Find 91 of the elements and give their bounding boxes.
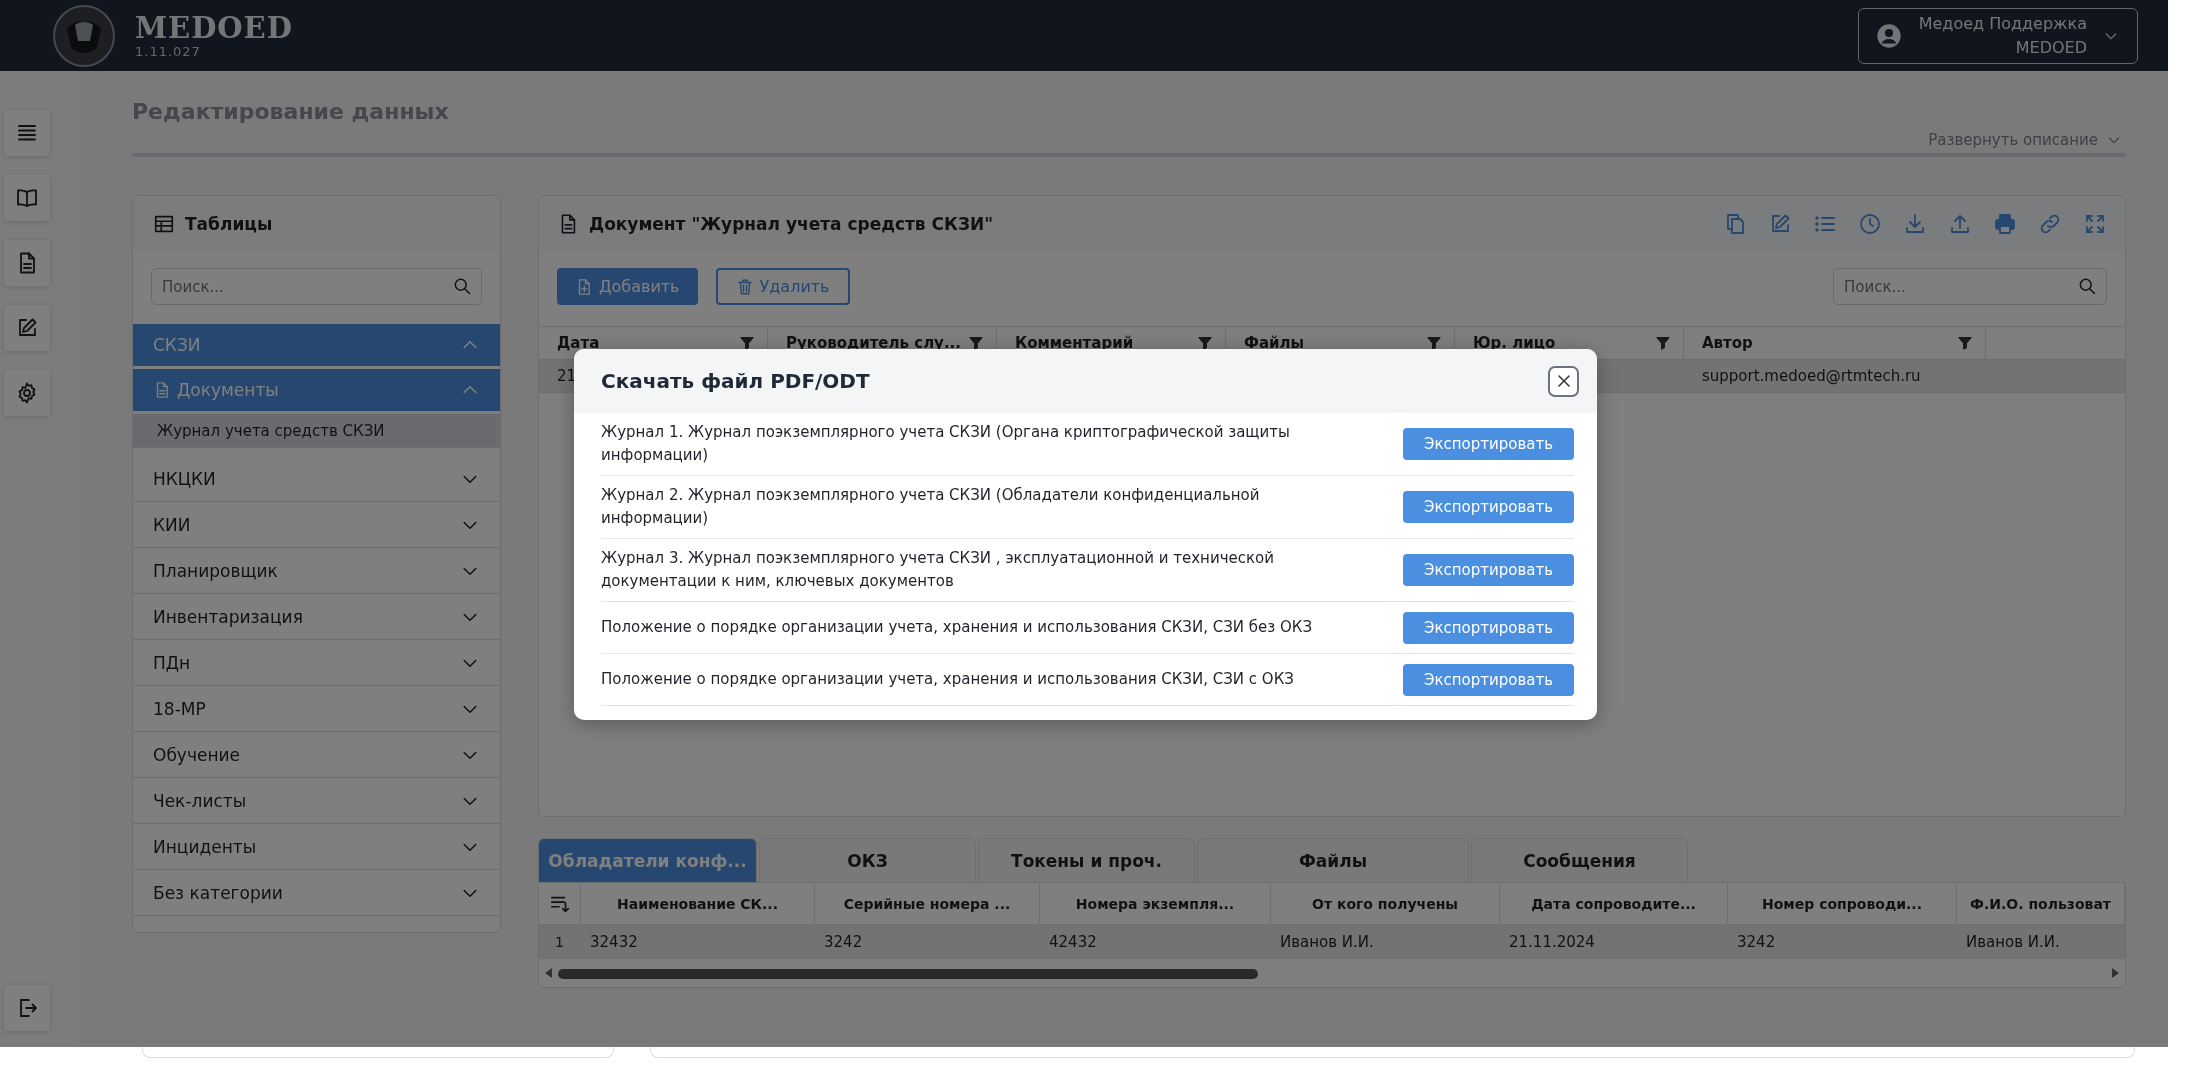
column-header: Ф.И.О. пользоват	[1970, 895, 2111, 912]
sidebar-subitem[interactable]: Журнал учета средств СКЗИ	[133, 414, 500, 448]
tab[interactable]: Файлы	[1197, 838, 1469, 882]
filter-icon	[968, 335, 984, 351]
table-cell: 32432	[590, 933, 638, 951]
export-button[interactable]: Экспортировать	[1403, 611, 1574, 644]
table-cell: Иванов И.И.	[1280, 933, 1374, 951]
settings-button[interactable]	[4, 370, 50, 416]
table-cell: 3242	[1737, 933, 1776, 951]
table-row[interactable]: 1 32432 3242 42432 Иванов И.И. 21.11.2024 3242 Иванов И.И.	[539, 925, 2125, 959]
report-name: Журнал 2. Журнал поэкземплярного учета СКЗИ (Обладатели конфиденциальной информации)	[601, 485, 1261, 529]
sidebar-item[interactable]: КИИ	[133, 502, 500, 548]
sidebar-item[interactable]: НКЦКИ	[133, 456, 500, 502]
export-button[interactable]: Экспортировать	[1403, 663, 1574, 696]
column-header: Комментарий	[1015, 334, 1134, 352]
search-icon	[452, 276, 472, 296]
scrollbar-thumb[interactable]	[558, 969, 1258, 979]
download-button[interactable]	[1903, 211, 1927, 236]
book-button[interactable]	[4, 175, 50, 221]
column-header: Дата сопроводите...	[1531, 895, 1696, 912]
edit-button[interactable]	[4, 305, 50, 351]
sidebar-item[interactable]: Инвентаризация	[133, 594, 500, 640]
expand-description-link[interactable]: Развернуть описание	[1928, 130, 2122, 150]
column-header: От кого получены	[1312, 895, 1458, 912]
clock-icon	[1858, 211, 1882, 236]
column-header: Файлы	[1244, 334, 1305, 352]
table-cell: 21.11.2024	[1509, 933, 1595, 951]
filter-icon	[1197, 335, 1213, 351]
sidebar-item[interactable]: Планировщик	[133, 548, 500, 594]
menu-button[interactable]	[4, 110, 50, 156]
table-cell: 3242	[824, 933, 863, 951]
column-header: Дата	[557, 334, 600, 352]
modal-title: Скачать файл PDF/ODT	[601, 369, 870, 393]
filter-icon	[1655, 335, 1671, 351]
history-button[interactable]	[1858, 211, 1882, 236]
app-version: 1.11.027	[135, 44, 202, 59]
sidebar-item[interactable]: Обучение	[133, 732, 500, 778]
column-header: Номер сопроводи...	[1762, 895, 1922, 912]
tab[interactable]: Токены и проч.	[978, 838, 1195, 882]
row-number: 1	[555, 934, 564, 950]
user-menu-button[interactable]: Медоед Поддержка MEDOED	[1857, 7, 2138, 64]
book-icon	[15, 186, 39, 210]
logout-button[interactable]	[4, 985, 50, 1031]
sidebar-item[interactable]: Документы	[133, 369, 500, 411]
tab[interactable]: ОКЗ	[759, 838, 976, 882]
print-icon	[1993, 211, 2017, 236]
user-avatar-icon	[1874, 21, 1903, 50]
app-name: MEDOED	[135, 12, 293, 44]
filter-icon	[739, 335, 755, 351]
download-icon	[1903, 211, 1927, 236]
report-name: Журнал 3. Журнал поэкземплярного учета СКЗИ , эксплуатационной и технической документации к ним, ключевых документов	[601, 548, 1275, 592]
scroll-right-icon[interactable]	[2112, 968, 2119, 978]
document-title: Документ "Журнал учета средств СКЗИ"	[589, 213, 994, 234]
export-button[interactable]: Экспортировать	[1403, 554, 1574, 586]
delete-button[interactable]: Удалить	[715, 268, 850, 305]
report-name: Журнал 1. Журнал поэкземплярного учета СКЗИ (Органа криптографической защиты информации)	[601, 422, 1291, 466]
table-cell: Иванов И.И.	[1966, 933, 2060, 951]
report-name: Положение о порядке организации учета, хранения и использования СКЗИ, СЗИ с ОКЗ	[601, 669, 1294, 690]
trash-icon	[735, 277, 754, 296]
report-name: Положение о порядке организации учета, хранения и использования СКЗИ, СЗИ без ОКЗ	[601, 617, 1313, 638]
document-button[interactable]	[4, 240, 50, 286]
column-header: Серийные номера ...	[843, 895, 1011, 912]
sidebar-item[interactable]: 18-МР	[133, 686, 500, 732]
add-button[interactable]: Добавить	[557, 268, 698, 305]
search-icon	[2077, 276, 2097, 296]
table-cell: support.medoed@rtmtech.ru	[1702, 367, 1921, 385]
export-button[interactable]: Экспортировать	[1403, 491, 1574, 523]
sidebar-item[interactable]: СКЗИ	[133, 324, 500, 366]
table-cell: 42432	[1049, 933, 1097, 951]
sidebar-item[interactable]: Инциденты	[133, 824, 500, 870]
column-header: Автор	[1702, 334, 1753, 352]
scroll-left-icon[interactable]	[545, 968, 552, 978]
logo-emblem-icon	[53, 4, 115, 67]
export-button[interactable]: Экспортировать	[1403, 428, 1574, 460]
filter-icon	[1957, 335, 1973, 351]
print-button[interactable]	[1993, 211, 2017, 236]
column-header: Наименование СК...	[616, 895, 778, 912]
search-field[interactable]: Поиск...	[151, 268, 482, 305]
tab[interactable]: Обладатели конф...	[538, 838, 757, 882]
panel-title: Таблицы	[185, 213, 273, 234]
column-header: Руководитель слу...	[786, 334, 961, 352]
close-button[interactable]	[1548, 365, 1579, 397]
sidebar-item[interactable]: ПДн	[133, 640, 500, 686]
sidebar-item[interactable]: Чек-листы	[133, 778, 500, 824]
column-header: Номера экземпля...	[1075, 895, 1235, 912]
filter-icon	[1426, 335, 1442, 351]
search-field[interactable]: Поиск...	[1833, 268, 2107, 305]
tab[interactable]: Сообщения	[1471, 838, 1688, 882]
sidebar-item[interactable]: Без категории	[133, 870, 500, 916]
table-cell: 21	[557, 367, 577, 385]
column-header: Юр. лицо	[1473, 334, 1556, 352]
